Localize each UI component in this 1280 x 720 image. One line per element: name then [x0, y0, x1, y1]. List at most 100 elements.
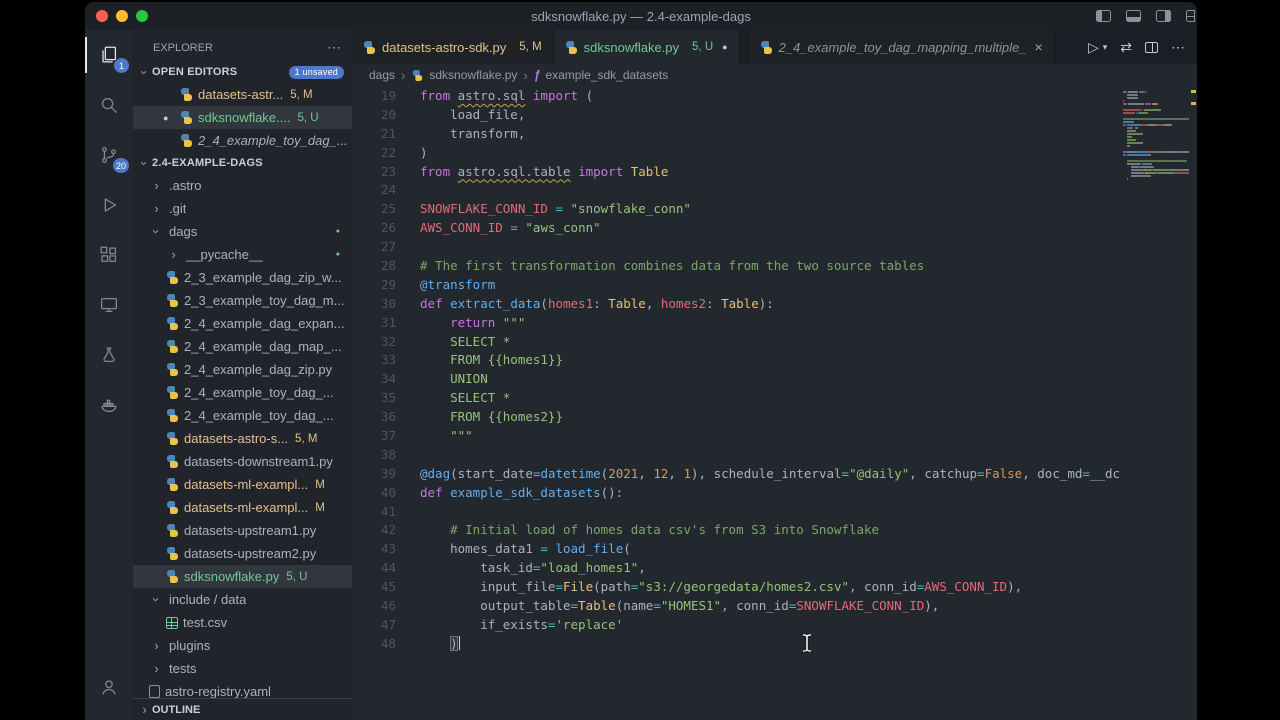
python-file-icon: [180, 134, 193, 147]
project-folder-header[interactable]: › 2.4-EXAMPLE-DAGS: [133, 152, 352, 174]
views-and-more-actions-icon[interactable]: ⋯: [327, 39, 342, 56]
run-dropdown-icon[interactable]: ▾: [1103, 42, 1108, 53]
code-line[interactable]: 26 AWS_CONN_ID = "aws_conn": [352, 219, 1121, 238]
vscode-window: sdksnowflake.py — 2.4-example-dags 1 20 E…: [85, 2, 1197, 720]
docker-icon[interactable]: [85, 380, 133, 430]
code-area[interactable]: 19 from astro.sql import (20 load_file, 21…: [352, 86, 1197, 720]
folder-item[interactable]: › tests: [133, 657, 352, 680]
code-line[interactable]: 40 def example_sdk_datasets():: [352, 484, 1121, 503]
file-item[interactable]: sdksnowflake.py 5, U: [133, 565, 352, 588]
file-item[interactable]: 2_3_example_dag_zip_w...: [133, 266, 352, 289]
open-editor-item[interactable]: 2_4_example_toy_dag_...: [133, 129, 352, 152]
customize-layout-icon[interactable]: [1186, 10, 1195, 22]
code-line[interactable]: 23 from astro.sql.table import Table: [352, 163, 1121, 182]
file-item[interactable]: 2_4_example_toy_dag_...: [133, 381, 352, 404]
file-item[interactable]: datasets-astro-s... 5, M: [133, 427, 352, 450]
tab-label: datasets-astro-sdk.py: [382, 39, 507, 55]
explorer-icon[interactable]: 1: [85, 30, 133, 80]
code-line[interactable]: 32 SELECT *: [352, 333, 1121, 352]
account-icon[interactable]: [85, 662, 133, 712]
editor-tab[interactable]: sdksnowflake.py 5, U ●: [553, 30, 740, 64]
code-line[interactable]: 41: [352, 503, 1121, 522]
code-line[interactable]: 44 task_id="load_homes1",: [352, 559, 1121, 578]
breadcrumb-item[interactable]: dags: [369, 68, 395, 82]
close-icon[interactable]: ×: [1034, 39, 1042, 55]
folder-item[interactable]: › __pycache__ ●: [133, 243, 352, 266]
code-line[interactable]: 25 SNOWFLAKE_CONN_ID = "snowflake_conn": [352, 200, 1121, 219]
line-content: [396, 238, 420, 257]
code-line[interactable]: 36 FROM {{homes2}}: [352, 408, 1121, 427]
breadcrumb-item[interactable]: sdksnowflake.py: [411, 68, 517, 82]
file-label: plugins: [169, 638, 211, 653]
file-item[interactable]: datasets-upstream2.py: [133, 542, 352, 565]
zoom-window-button[interactable]: [136, 10, 148, 22]
source-control-icon[interactable]: 20: [85, 130, 133, 180]
file-item[interactable]: datasets-ml-exampl... M: [133, 496, 352, 519]
file-item[interactable]: datasets-ml-exampl... M: [133, 473, 352, 496]
git-status-badge: 5, M: [519, 41, 542, 53]
code-line[interactable]: 39 @dag(start_date=datetime(2021, 12, 1),…: [352, 465, 1121, 484]
code-line[interactable]: 35 SELECT *: [352, 389, 1121, 408]
code-line[interactable]: 29 @transform: [352, 276, 1121, 295]
folder-item[interactable]: › include / data: [133, 588, 352, 611]
code-line[interactable]: 28 # The first transformation combines da…: [352, 257, 1121, 276]
open-editors-header[interactable]: › OPEN EDITORS 1 unsaved: [133, 61, 352, 83]
code-line[interactable]: 30 def extract_data(homes1: Table, homes2…: [352, 295, 1121, 314]
code-line[interactable]: 21 transform,: [352, 125, 1121, 144]
code-line[interactable]: 37 """: [352, 427, 1121, 446]
code-line[interactable]: 42 # Initial load of homes data csv's fr…: [352, 521, 1121, 540]
file-item[interactable]: 2_4_example_dag_zip.py: [133, 358, 352, 381]
code-line[interactable]: 47 if_exists='replace': [352, 616, 1121, 635]
more-actions-icon[interactable]: ⋯: [1171, 39, 1185, 56]
editor-tab[interactable]: datasets-astro-sdk.py 5, M: [352, 30, 554, 64]
folder-item[interactable]: › .astro: [133, 174, 352, 197]
code-line[interactable]: 19 from astro.sql import (: [352, 87, 1121, 106]
code-line[interactable]: 38: [352, 446, 1121, 465]
code-line[interactable]: 24: [352, 181, 1121, 200]
code-line[interactable]: 27: [352, 238, 1121, 257]
code-line[interactable]: 20 load_file,: [352, 106, 1121, 125]
testing-icon[interactable]: [85, 330, 133, 380]
file-item[interactable]: 2_3_example_toy_dag_m...: [133, 289, 352, 312]
code-line[interactable]: 43 homes_data1 = load_file(: [352, 540, 1121, 559]
file-item[interactable]: 2_4_example_dag_expan...: [133, 312, 352, 335]
outline-section-header[interactable]: › OUTLINE: [133, 698, 352, 720]
close-window-button[interactable]: [96, 10, 108, 22]
toggle-panel-icon[interactable]: [1126, 10, 1141, 22]
code-line[interactable]: 31 return """: [352, 314, 1121, 333]
file-item[interactable]: 2_4_example_dag_map_...: [133, 335, 352, 358]
open-editor-item[interactable]: ● sdksnowflake.... 5, U: [133, 106, 352, 129]
minimize-window-button[interactable]: [116, 10, 128, 22]
run-debug-icon[interactable]: [85, 180, 133, 230]
run-python-file-icon[interactable]: ▷: [1088, 39, 1099, 56]
file-label: 2_4_example_dag_map_...: [184, 339, 342, 354]
settings-icon[interactable]: [85, 712, 133, 720]
toggle-secondary-sidebar-icon[interactable]: [1156, 10, 1171, 22]
file-item[interactable]: datasets-downstream1.py: [133, 450, 352, 473]
toggle-primary-sidebar-icon[interactable]: [1096, 10, 1111, 22]
git-status-badge: 5, U: [297, 111, 319, 124]
split-editor-icon[interactable]: [1145, 41, 1158, 53]
file-item[interactable]: test.csv: [133, 611, 352, 634]
code-line[interactable]: 45 input_file=File(path="s3://georgedata…: [352, 578, 1121, 597]
file-item[interactable]: datasets-upstream1.py: [133, 519, 352, 542]
minimap[interactable]: [1123, 91, 1189, 181]
editor-tab[interactable]: 2_4_example_toy_dag_mapping_multiple_ ×: [747, 30, 1055, 64]
folder-item[interactable]: › dags ●: [133, 220, 352, 243]
code-line[interactable]: 34 UNION: [352, 370, 1121, 389]
overview-ruler[interactable]: [1189, 86, 1197, 720]
file-item[interactable]: 2_4_example_toy_dag_...: [133, 404, 352, 427]
remote-explorer-icon[interactable]: [85, 280, 133, 330]
folder-item[interactable]: › .git: [133, 197, 352, 220]
code-line[interactable]: 22): [352, 144, 1121, 163]
code-line[interactable]: 33 FROM {{homes1}}: [352, 351, 1121, 370]
open-changes-icon[interactable]: ⇄: [1120, 39, 1132, 56]
titlebar[interactable]: sdksnowflake.py — 2.4-example-dags: [85, 2, 1197, 30]
folder-item[interactable]: › plugins: [133, 634, 352, 657]
code-line[interactable]: 46 output_table=Table(name="HOMES1", con…: [352, 597, 1121, 616]
open-editor-item[interactable]: datasets-astr... 5, M: [133, 83, 352, 106]
breadcrumb-item[interactable]: ƒ example_sdk_datasets: [534, 68, 668, 82]
code-line[interactable]: 48 ): [352, 635, 1121, 654]
extensions-icon[interactable]: [85, 230, 133, 280]
search-icon[interactable]: [85, 80, 133, 130]
